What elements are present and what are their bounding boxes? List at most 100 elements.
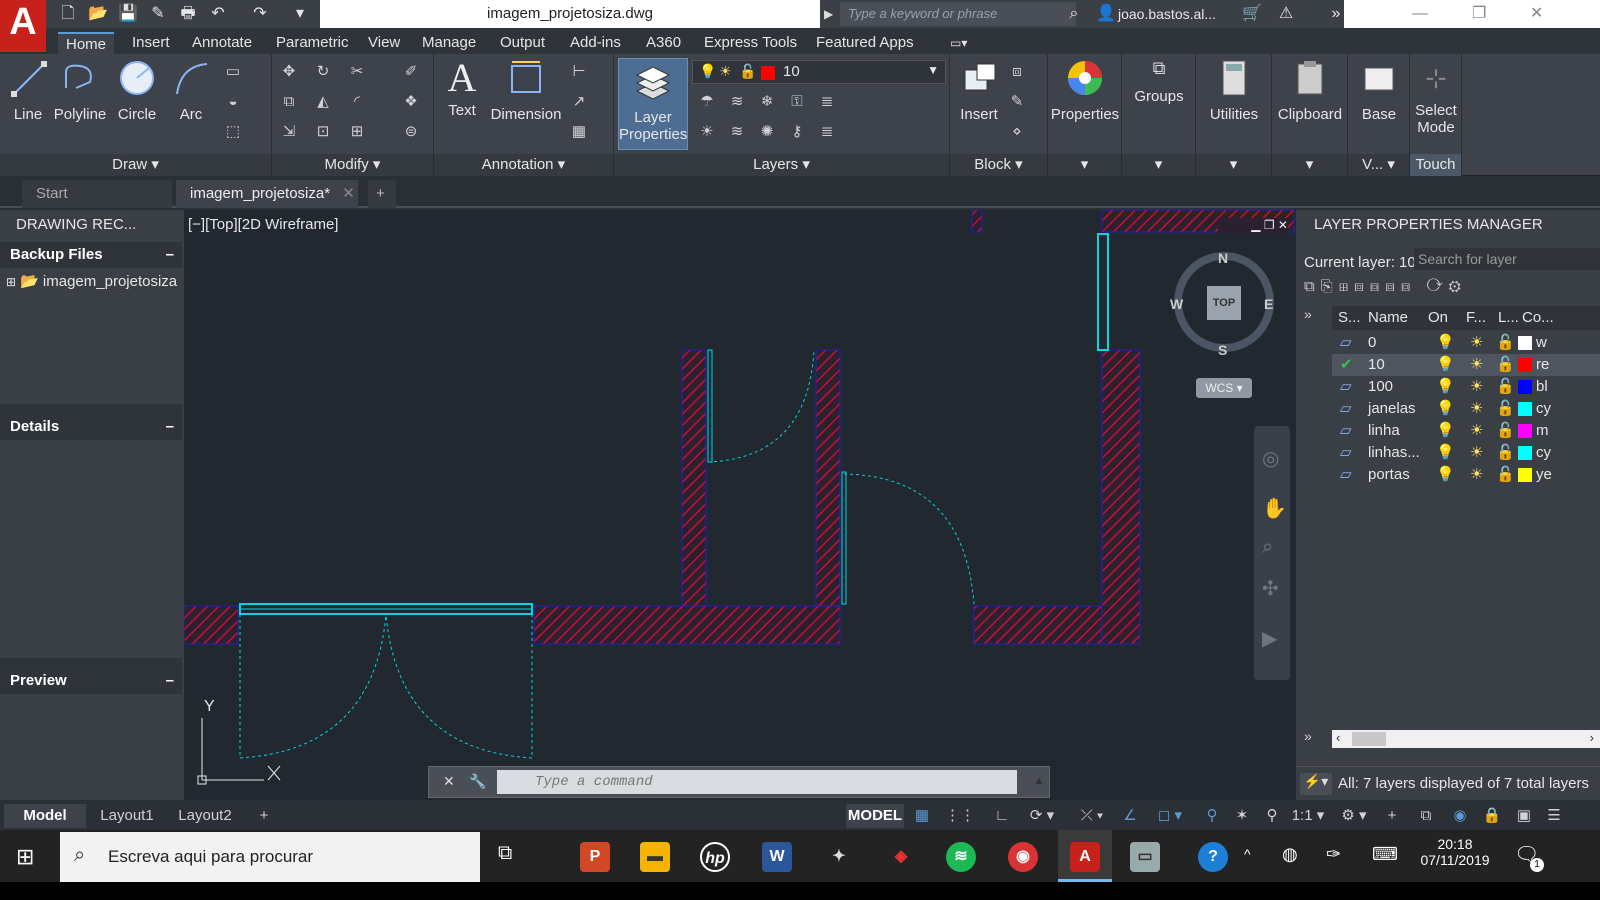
scroll-thumb[interactable] xyxy=(1352,732,1386,746)
layer-color-swatch[interactable] xyxy=(1518,402,1532,416)
taskbar-search-input[interactable]: Escreva aqui para procurar xyxy=(60,832,480,882)
layer-on-bulb-icon[interactable]: 💡 xyxy=(1436,464,1455,486)
close-icon[interactable]: ✕ xyxy=(1530,0,1543,28)
dimension-button[interactable]: Dimension xyxy=(490,58,562,123)
layer-row[interactable]: ▱ janelas 💡 ☀ 🔓 cy xyxy=(1332,398,1600,420)
layer-color-swatch[interactable] xyxy=(1518,358,1532,372)
view-panel-label[interactable]: V... ▾ xyxy=(1348,154,1409,176)
clipboard-button[interactable]: Clipboard xyxy=(1274,58,1346,123)
user-name[interactable]: joao.bastos.al... xyxy=(1118,0,1216,28)
quick-properties-icon[interactable]: ◉ xyxy=(1448,804,1472,828)
linear-dimension-icon[interactable]: ⊢ xyxy=(568,62,590,82)
layer-color-swatch[interactable] xyxy=(1518,336,1532,350)
erase-icon[interactable]: ✐ xyxy=(400,62,422,82)
layer-row[interactable]: ▱ 0 💡 ☀ 🔓 w xyxy=(1332,332,1600,354)
column-status[interactable]: S... xyxy=(1338,309,1361,326)
snap-icon[interactable]: ⋮⋮ ▾ xyxy=(940,804,980,848)
chrome-icon[interactable]: ◉ xyxy=(1008,842,1038,872)
column-lock[interactable]: L... xyxy=(1498,309,1519,326)
layer-on-bulb-icon[interactable]: 💡 xyxy=(1436,376,1455,398)
block-attributes-icon[interactable]: ⋄ xyxy=(1006,122,1028,142)
layer-dropdown[interactable]: 💡 ☀ 🔓 10 ▼ xyxy=(692,60,946,84)
layer-unlock-icon[interactable]: 🔓 xyxy=(1496,376,1515,398)
tab-featured-apps[interactable]: Featured Apps xyxy=(808,32,922,54)
ribbon-options-icon[interactable]: ▭▾ xyxy=(942,32,975,54)
expand-settings-icon[interactable]: » xyxy=(1304,728,1312,744)
compass-south[interactable]: S xyxy=(1218,342,1227,358)
rectangle-icon[interactable]: ▭ xyxy=(222,62,244,82)
copy-icon[interactable]: ⧉ xyxy=(278,92,300,112)
touch-panel-label[interactable]: Touch xyxy=(1410,154,1461,176)
layer-name[interactable]: 10 xyxy=(1368,354,1385,376)
units-icon[interactable]: ⧉ xyxy=(1414,804,1438,828)
layer-color-swatch[interactable] xyxy=(1518,446,1532,460)
layer-unlock-icon[interactable]: 🔓 xyxy=(1496,420,1515,442)
orbit-icon[interactable]: ✣ xyxy=(1262,576,1279,601)
layer-on-icon[interactable]: ☀ xyxy=(696,122,718,142)
annotation-visibility-icon[interactable]: ⚲ xyxy=(1200,804,1224,828)
plot-icon[interactable]: 🖶 xyxy=(178,4,198,24)
new-tab-button[interactable]: + xyxy=(368,180,396,208)
tab-insert[interactable]: Insert xyxy=(124,32,178,54)
tab-home[interactable]: Home xyxy=(58,32,115,54)
app-window-icon[interactable]: ▭ xyxy=(1130,842,1160,872)
workspace-gear-icon[interactable]: ⚙ ▾ xyxy=(1334,804,1374,828)
layer-name[interactable]: linhas... xyxy=(1368,442,1420,464)
expand-icon[interactable]: ⊞ xyxy=(6,275,16,289)
chevron-up-icon[interactable]: ^ xyxy=(1244,846,1251,862)
edit-block-icon[interactable]: ✎ xyxy=(1006,92,1028,112)
current-layer-check-icon[interactable]: ✔ xyxy=(1340,354,1353,376)
rotate-icon[interactable]: ↻ xyxy=(312,62,334,82)
viewport-window-controls[interactable]: ▁ ❐ ✕ xyxy=(1218,218,1288,234)
start-tab[interactable]: Start xyxy=(22,180,172,208)
tab-express-tools[interactable]: Express Tools xyxy=(696,32,805,54)
collapse-icon[interactable]: – xyxy=(166,668,174,694)
layer-unlock-icon[interactable]: 🔓 xyxy=(1496,398,1515,420)
object-snap-icon[interactable]: ◻ ▾ xyxy=(1148,804,1192,828)
line-button[interactable]: Line xyxy=(6,58,50,123)
mirror-icon[interactable]: ◭ xyxy=(312,92,334,112)
panel-splitter[interactable] xyxy=(0,404,182,414)
binoculars-icon[interactable]: ⌕ xyxy=(1064,4,1084,24)
tab-model[interactable]: Model xyxy=(4,804,86,828)
stretch-icon[interactable]: ⇲ xyxy=(278,122,300,142)
autocad-taskbar-button[interactable]: A xyxy=(1058,830,1112,882)
isodraft-icon[interactable]: ⤫ ▾ xyxy=(1070,804,1114,828)
steering-wheel-icon[interactable]: ◎ xyxy=(1262,446,1279,471)
hatch-icon[interactable]: ◒ xyxy=(222,92,244,112)
cart-icon[interactable]: 🛒 xyxy=(1242,4,1262,24)
collapse-icon[interactable]: – xyxy=(166,242,174,268)
layer-unlock-icon[interactable]: 🔓 xyxy=(1496,464,1515,486)
layer-freeze-sun-icon[interactable]: ☀ xyxy=(1470,332,1483,354)
scale-dropdown[interactable]: 1:1 ▾ xyxy=(1288,804,1328,828)
leader-icon[interactable]: ↗ xyxy=(568,92,590,112)
layer-on-bulb-icon[interactable]: 💡 xyxy=(1436,442,1455,464)
tab-add-ins[interactable]: Add-ins xyxy=(562,32,629,54)
expand-filters-icon[interactable]: » xyxy=(1304,306,1312,322)
backup-file-item[interactable]: ⊞ 📂 imagem_projetosiza xyxy=(6,272,177,290)
layer-unlock-icon[interactable]: 🔓 xyxy=(1496,332,1515,354)
tab-layout1[interactable]: Layout1 xyxy=(92,804,162,828)
user-icon[interactable]: 👤 xyxy=(1096,4,1116,24)
windows-start-icon[interactable]: ⊞ xyxy=(16,844,42,870)
groups-expand-icon[interactable]: ▾ xyxy=(1122,154,1195,176)
layer-isolate-icon[interactable]: ≋ xyxy=(726,92,748,112)
pen-icon[interactable]: ✑ xyxy=(1326,844,1341,865)
model-space-button[interactable]: MODEL xyxy=(846,804,904,828)
backup-files-header[interactable]: Backup Files – xyxy=(0,242,182,268)
layer-on-bulb-icon[interactable]: 💡 xyxy=(1436,354,1455,376)
annotation-scale-icon[interactable]: ⚲ xyxy=(1260,804,1284,828)
file-explorer-icon[interactable]: ▬ xyxy=(640,842,670,872)
layer-unlock-icon[interactable]: 🔓 xyxy=(1496,442,1515,464)
horizontal-scrollbar[interactable]: ‹ › xyxy=(1332,730,1600,748)
table-icon[interactable]: ▦ xyxy=(568,122,590,142)
column-freeze[interactable]: F... xyxy=(1466,309,1486,326)
restore-icon[interactable]: ❐ xyxy=(1472,0,1486,28)
panel-splitter[interactable] xyxy=(0,658,182,668)
tab-annotate[interactable]: Annotate xyxy=(184,32,260,54)
clipboard-expand-icon[interactable]: ▾ xyxy=(1272,154,1347,176)
command-close-icon[interactable]: ✕ xyxy=(443,773,455,790)
create-block-icon[interactable]: ⧈ xyxy=(1006,62,1028,82)
layer-color-swatch[interactable] xyxy=(1518,380,1532,394)
layer-on-bulb-icon[interactable]: 💡 xyxy=(1436,420,1455,442)
